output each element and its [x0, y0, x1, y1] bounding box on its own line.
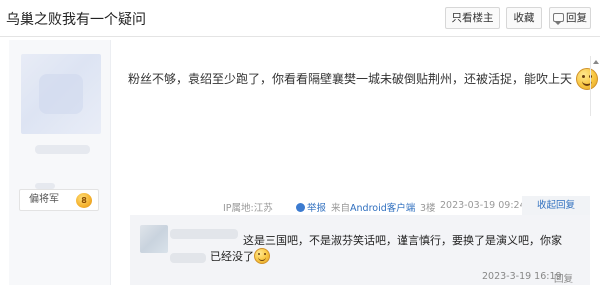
- reply-button[interactable]: 回复: [549, 7, 591, 29]
- post-text: 粉丝不够，袁绍至少跑了，你看看隔壁襄樊一城未破倒贴荆州，还被活捉，能吹上天: [128, 72, 573, 86]
- author-name-blurred[interactable]: [35, 145, 90, 154]
- post-content: 粉丝不够，袁绍至少跑了，你看看隔壁襄樊一城未破倒贴荆州，还被活捉，能吹上天: [128, 68, 598, 90]
- reply-button-label: 回复: [566, 12, 587, 24]
- client-source: 来自Android客户端: [331, 200, 415, 214]
- sub-reply-mention-blurred: [170, 253, 206, 263]
- smile-icon: [254, 248, 270, 264]
- only-louzhu-button[interactable]: 只看楼主: [445, 7, 500, 29]
- avatar[interactable]: [21, 54, 101, 134]
- header-divider: [0, 36, 600, 37]
- sub-reply-box: 这是三国吧，不是淑芬笑话吧，谨言慎行，要换了是演义吧，你家 已经没了 2023-…: [130, 215, 590, 285]
- client-link[interactable]: Android客户端: [350, 203, 415, 214]
- report-link[interactable]: 举报: [296, 200, 326, 214]
- thread-header: 乌巢之败我有一个疑问 只看楼主 收藏 回复: [0, 0, 600, 36]
- floor-number: 3楼: [420, 203, 436, 214]
- report-icon: [296, 203, 305, 212]
- sub-reply-text-line2: 已经没了: [210, 248, 270, 264]
- client-prefix: 来自: [331, 203, 351, 214]
- thread-title: 乌巢之败我有一个疑问: [6, 12, 146, 28]
- rank-label: 偏将军: [29, 194, 59, 205]
- rank-badge[interactable]: 偏将军 8: [19, 189, 99, 211]
- collapse-replies-button[interactable]: 收起回复: [522, 196, 590, 215]
- sub-reply-text-end: 已经没了: [210, 250, 254, 263]
- post-time: 2023-03-19 09:24: [440, 200, 526, 211]
- level-icon: 8: [76, 193, 92, 208]
- sub-reply-name-blurred[interactable]: [170, 229, 238, 239]
- favorite-button[interactable]: 收藏: [506, 7, 542, 29]
- report-label: 举报: [307, 203, 327, 214]
- sub-reply-avatar[interactable]: [140, 225, 168, 253]
- reply-icon: [553, 13, 564, 25]
- sub-reply-button[interactable]: 回复: [554, 271, 573, 285]
- scrollbar[interactable]: [590, 56, 599, 116]
- author-panel: 偏将军 8: [9, 40, 111, 285]
- ip-location: IP属地:江苏: [223, 203, 273, 214]
- scroll-up-icon[interactable]: [593, 60, 599, 64]
- sub-reply-text-line1: 这是三国吧，不是淑芬笑话吧，谨言慎行，要换了是演义吧，你家: [243, 234, 562, 247]
- sub-reply-time: 2023-3-19 16:19: [482, 271, 562, 282]
